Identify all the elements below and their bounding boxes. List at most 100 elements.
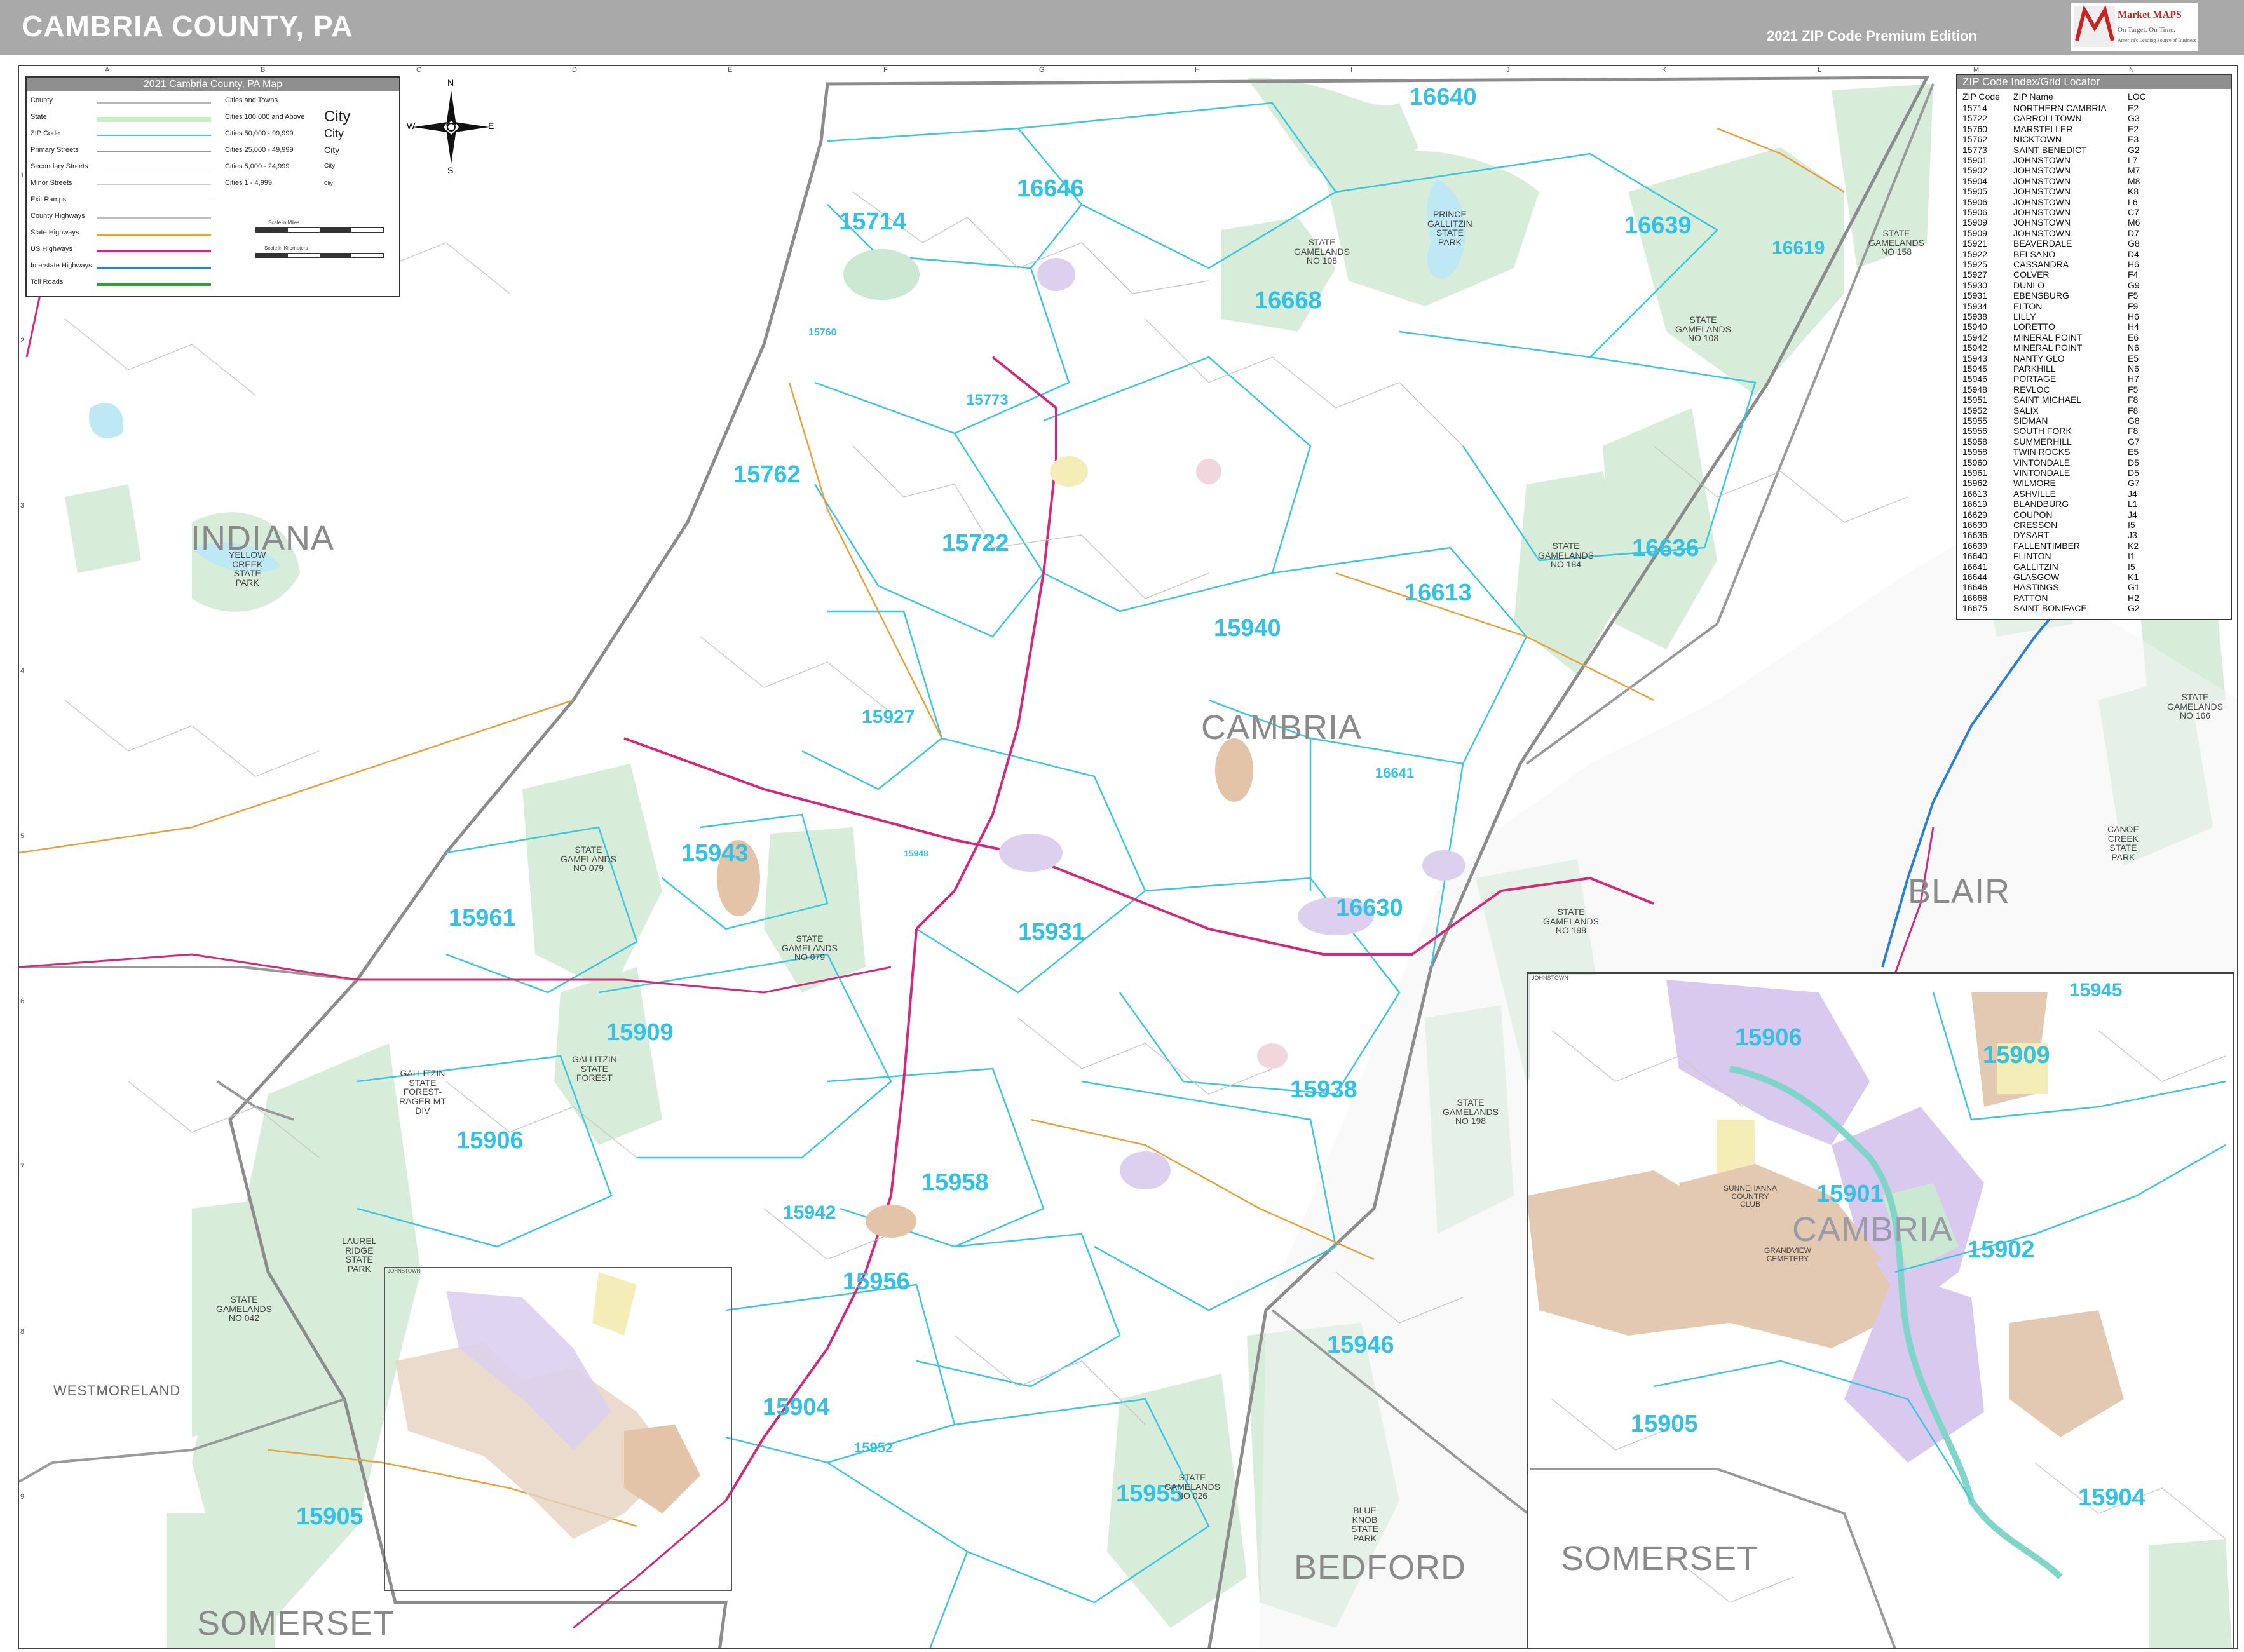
grid-letter: A [105, 66, 110, 74]
zip-code-cell: 15906 [1962, 196, 1987, 207]
zip-loc-cell: F4 [2128, 269, 2139, 280]
zip-index-row: 15962 WILMORE G7 [1962, 478, 2229, 488]
zip-index-row: 16629 COUPON J4 [1962, 510, 2229, 520]
zip-name-cell: PORTAGE [2013, 374, 2057, 384]
scale-km-label: Scale in Kilometers [264, 245, 308, 251]
zip-index-row: 15958 TWIN ROCKS E5 [1962, 447, 2229, 457]
zip-label-inset: 15909 [1983, 1042, 2050, 1069]
zip-label: 16639 [1624, 212, 1692, 239]
zip-code-cell: 15945 [1962, 363, 1987, 374]
zip-label: 15927 [862, 707, 915, 728]
zip-loc-cell: E5 [2128, 447, 2139, 457]
zip-name-cell: NORTHERN CAMBRIA [2013, 103, 2107, 113]
zip-loc-cell: F9 [2128, 301, 2139, 311]
zip-index-row: 15958 SUMMERHILL G7 [1962, 437, 2229, 447]
zip-loc-cell: G8 [2128, 238, 2140, 249]
zip-code-cell: 15902 [1962, 165, 1987, 176]
grid-number: 7 [20, 1163, 25, 1170]
zip-loc-cell: E6 [2128, 332, 2139, 342]
grid-letter: L [1818, 66, 1822, 74]
zip-loc-cell: N6 [2128, 342, 2139, 353]
county-label-somerset: SOMERSET [197, 1604, 395, 1642]
country-club-label: SUNNEHANNA COUNTRY CLUB [1724, 1184, 1778, 1209]
legend-primary-line [97, 151, 211, 152]
zip-name-cell: PATTON [2013, 592, 2048, 603]
zip-label-inset: 15904 [2078, 1484, 2145, 1511]
zip-code-cell: 15958 [1962, 436, 1987, 447]
zip-name-cell: CRESSON [2013, 520, 2058, 530]
zip-name-cell: FLINTON [2013, 551, 2051, 562]
zip-name-cell: BEAVERDALE [2013, 238, 2072, 249]
zip-loc-cell: E3 [2128, 134, 2139, 145]
zip-index-row: 15952 SALIX F8 [1962, 405, 2229, 416]
park-label: BLUE KNOB STATE PARK [1351, 1505, 1379, 1544]
zip-loc-cell: H2 [2128, 592, 2139, 603]
zip-name-cell: TWIN ROCKS [2013, 447, 2071, 457]
zip-name-cell: DYSART [2013, 530, 2050, 541]
zip-name-cell: JOHNSTOWN [2013, 207, 2071, 217]
grid-number: 5 [20, 832, 25, 840]
zip-index-row: 15956 SOUTH FORK F8 [1962, 426, 2229, 436]
gamelands-label: STATE GAMELANDS NO 079 [561, 844, 616, 874]
zip-name-cell: JOHNSTOWN [2013, 186, 2071, 197]
zip-index-header: ZIP Code ZIP Name LOC [1962, 91, 2229, 102]
zip-name-cell: SIDMAN [2013, 416, 2048, 426]
zip-loc-cell: D5 [2128, 468, 2139, 478]
zip-loc-cell: K8 [2128, 186, 2139, 197]
zip-code-cell: 15909 [1962, 227, 1987, 238]
legend-state-hwy-line [97, 234, 211, 236]
legend-county-hwy: County Highways [31, 212, 85, 220]
legend-primary: Primary Streets [31, 146, 79, 154]
legend-interstate: Interstate Highways [31, 262, 92, 269]
zip-index-row: 15938 LILLY H6 [1962, 311, 2229, 322]
zip-name-cell: LILLY [2013, 311, 2036, 322]
zip-index-row: 15942 MINERAL POINT E6 [1962, 332, 2229, 342]
grid-number: 6 [20, 998, 25, 1005]
zip-index-row: 15773 SAINT BENEDICT G2 [1962, 145, 2229, 155]
zip-code-cell: 15943 [1962, 353, 1987, 363]
park-label: CANOE CREEK STATE PARK [2107, 824, 2139, 863]
zip-loc-cell: C7 [2128, 207, 2139, 217]
zip-name-cell: PARKHILL [2013, 363, 2056, 374]
zip-index-row: 15904 JOHNSTOWN M8 [1962, 176, 2229, 186]
gamelands-label: STATE GAMELANDS NO 158 [1868, 228, 1924, 257]
zip-loc-cell: L1 [2128, 499, 2138, 510]
zip-name-cell: JOHNSTOWN [2013, 227, 2071, 238]
zip-name-cell: MARSTELLER [2013, 123, 2073, 134]
legend-city-3: Cities 25,000 - 49,999 [225, 146, 294, 154]
grid-letter: M [1973, 66, 1980, 74]
grid-letter: I [1350, 66, 1353, 74]
zip-name-cell: SOUTH FORK [2013, 426, 2072, 437]
zip-name-cell: GLASGOW [2013, 572, 2060, 582]
grid-number: 1 [20, 172, 25, 179]
zip-loc-cell: D5 [2128, 457, 2139, 468]
county-label-blair: BLAIR [1908, 872, 2011, 911]
zip-label-inset: 15901 [1816, 1181, 1884, 1207]
zip-code-cell: 15934 [1962, 301, 1987, 311]
zip-name-cell: VINTONDALE [2013, 457, 2071, 468]
gamelands-label: STATE GAMELANDS NO 079 [782, 933, 838, 963]
park-label: PRINCE GALLITZIN STATE PARK [1427, 209, 1472, 248]
grid-number: 4 [20, 667, 25, 675]
zip-name-cell: GALLITZIN [2013, 561, 2058, 572]
zip-code-cell: 15906 [1962, 207, 1987, 217]
zip-name-cell: REVLOC [2013, 384, 2050, 395]
gamelands-label: STATE GAMELANDS NO 026 [1164, 1472, 1220, 1501]
zip-loc-cell: J4 [2128, 509, 2137, 520]
zip-label-inset: 15902 [1968, 1236, 2035, 1263]
zip-index-row: 15902 JOHNSTOWN M7 [1962, 165, 2229, 175]
grid-letter: D [572, 66, 577, 74]
zip-label: 15906 [456, 1127, 524, 1154]
zip-code-cell: 15940 [1962, 322, 1987, 332]
gamelands-label: STATE GAMELANDS NO 108 [1675, 315, 1731, 344]
zip-label: 16641 [1375, 765, 1415, 781]
legend-title: 2021 Cambria County, PA Map [27, 78, 399, 91]
col-zip-header: ZIP Code [1962, 91, 2000, 102]
zip-loc-cell: L7 [2128, 155, 2138, 165]
zip-label: 15952 [854, 1440, 894, 1456]
grid-letter: C [416, 66, 421, 74]
grid-letter: F [883, 66, 888, 74]
grid-letter: G [1039, 66, 1045, 74]
zip-label: 15942 [783, 1202, 836, 1223]
zip-label: 15909 [606, 1019, 674, 1046]
